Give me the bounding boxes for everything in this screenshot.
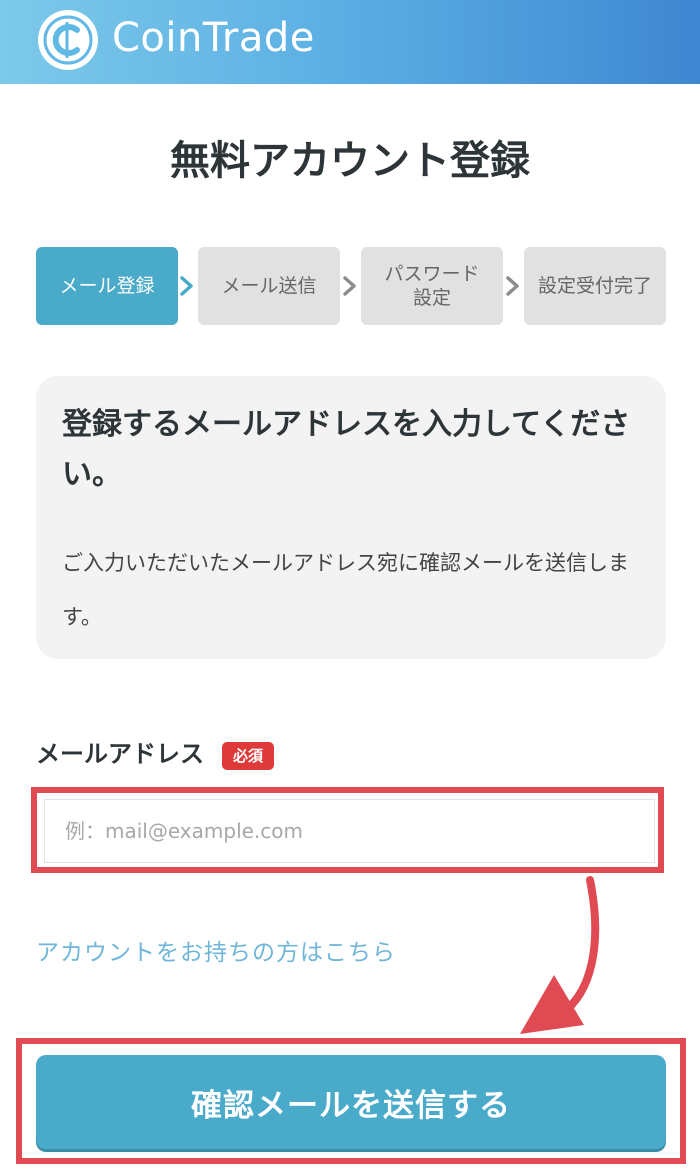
step-email-registration: メール登録	[36, 247, 178, 325]
step-setup-complete: 設定受付完了	[524, 247, 666, 325]
step-label: メール登録	[59, 275, 155, 297]
step-label: パスワード設定	[384, 263, 480, 309]
send-confirmation-email-button[interactable]: 確認メールを送信する	[36, 1055, 666, 1149]
required-badge: 必須	[222, 742, 274, 770]
chevron-right-icon	[180, 276, 193, 296]
step-password-setup: パスワード設定	[361, 247, 503, 325]
chevron-right-icon	[343, 276, 356, 296]
existing-account-link[interactable]: アカウントをお持ちの方はこちら	[36, 933, 396, 973]
instruction-heading: 登録するメールアドレスを入力してください。	[62, 407, 631, 492]
email-field[interactable]	[44, 799, 655, 863]
brand-name[interactable]: CoinTrade	[112, 10, 315, 66]
page-title: 無料アカウント登録	[170, 137, 530, 184]
email-label: メールアドレス	[36, 740, 204, 768]
app-header: CoinTrade	[0, 0, 700, 84]
step-label: メール送信	[221, 275, 317, 297]
step-email-sent: メール送信	[198, 247, 340, 325]
instruction-body: ご入力いただいたメールアドレス宛に確認メールを送信します。	[62, 551, 629, 629]
step-label: 設定受付完了	[537, 275, 652, 297]
instruction-box: 登録するメールアドレスを入力してください。 ご入力いただいたメールアドレス宛に確…	[36, 376, 666, 659]
coin-c-icon[interactable]	[36, 8, 100, 72]
chevron-right-icon	[506, 276, 519, 296]
